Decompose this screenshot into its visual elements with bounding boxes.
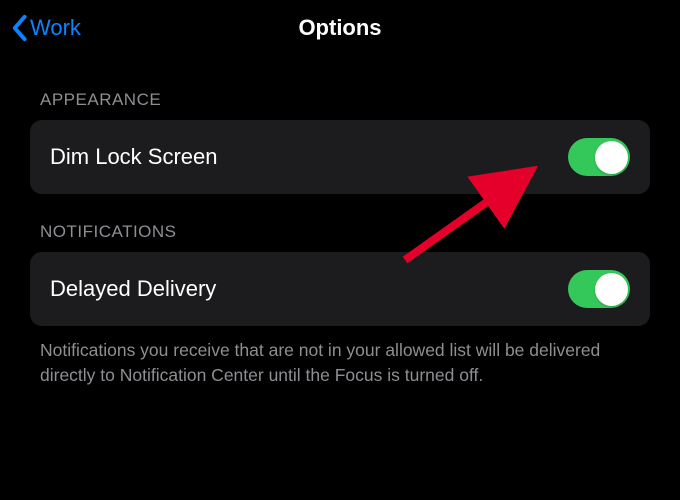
notifications-footer: Notifications you receive that are not i… <box>0 326 680 389</box>
dim-lock-screen-label: Dim Lock Screen <box>50 144 218 170</box>
toggle-knob <box>595 141 628 174</box>
back-label: Work <box>30 15 81 41</box>
appearance-group: Dim Lock Screen <box>30 120 650 194</box>
section-header-notifications: NOTIFICATIONS <box>0 194 680 252</box>
section-header-appearance: APPEARANCE <box>0 56 680 120</box>
delayed-delivery-label: Delayed Delivery <box>50 276 216 302</box>
navbar: Work Options <box>0 0 680 56</box>
delayed-delivery-row: Delayed Delivery <box>30 252 650 326</box>
page-title: Options <box>298 15 381 41</box>
chevron-left-icon <box>10 14 28 42</box>
dim-lock-screen-toggle[interactable] <box>568 138 630 176</box>
delayed-delivery-toggle[interactable] <box>568 270 630 308</box>
notifications-group: Delayed Delivery <box>30 252 650 326</box>
dim-lock-screen-row: Dim Lock Screen <box>30 120 650 194</box>
back-button[interactable]: Work <box>10 0 81 56</box>
toggle-knob <box>595 273 628 306</box>
